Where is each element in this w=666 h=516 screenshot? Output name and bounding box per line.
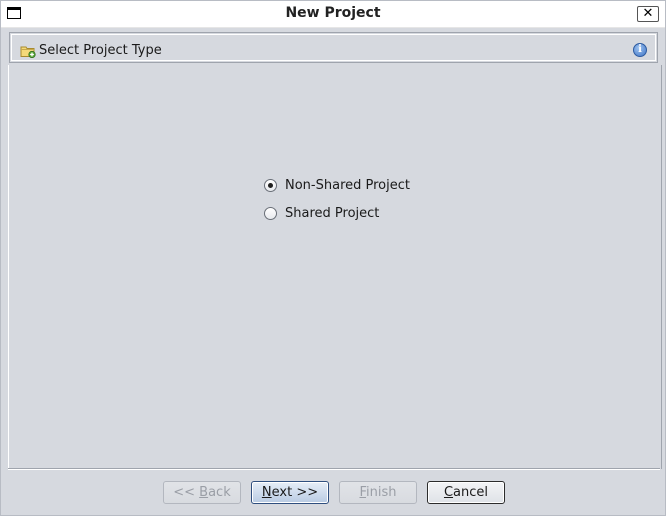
radio-label-shared[interactable]: Shared Project (285, 206, 379, 221)
wizard-step-title: Select Project Type (39, 43, 162, 58)
finish-button[interactable]: Finish (339, 481, 417, 504)
next-button[interactable]: Next >> (251, 481, 329, 504)
finish-button-label: Finish (359, 485, 397, 500)
radio-button-selected[interactable] (264, 178, 277, 192)
back-button-label: << Back (173, 485, 231, 500)
cancel-button-label: Cancel (443, 485, 489, 500)
wizard-content: Non-Shared Project Shared Project (8, 65, 662, 469)
info-icon-glyph: i (638, 44, 642, 55)
close-button[interactable]: ✕ (637, 6, 659, 22)
radio-shared-project[interactable]: Shared Project (264, 204, 379, 222)
window-title: New Project (285, 5, 381, 21)
footer-divider-highlight (8, 469, 660, 470)
wizard-header: Select Project Type i (9, 32, 658, 63)
wizard-header-inner: Select Project Type i (11, 34, 656, 61)
radio-non-shared-project[interactable]: Non-Shared Project (264, 176, 410, 194)
folder-add-icon (20, 46, 36, 58)
new-project-dialog: New Project ✕ Select Project Type i Non-… (0, 0, 666, 516)
radio-button-unselected[interactable] (264, 206, 277, 220)
close-icon: ✕ (642, 6, 654, 21)
back-button[interactable]: << Back (163, 481, 241, 504)
info-icon[interactable]: i (633, 43, 647, 57)
cancel-button[interactable]: Cancel (427, 481, 505, 504)
title-bar[interactable]: New Project ✕ (1, 1, 665, 28)
radio-label-non-shared[interactable]: Non-Shared Project (285, 178, 410, 193)
next-button-label: Next >> (261, 485, 319, 500)
